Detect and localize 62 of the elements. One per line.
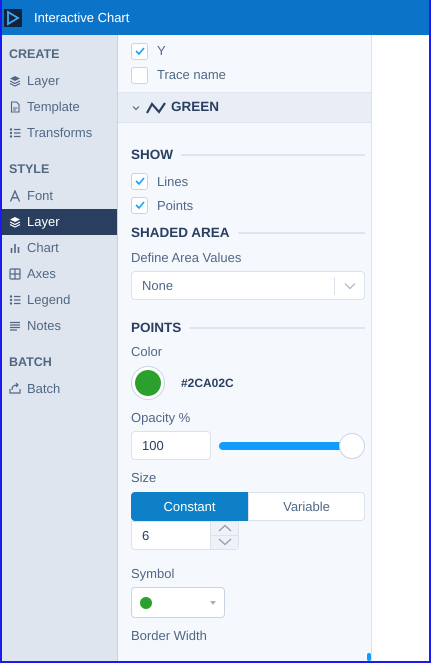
text-lines-icon xyxy=(9,320,21,332)
field-label: Color xyxy=(131,343,164,362)
layers-icon xyxy=(9,216,21,228)
caret-icon xyxy=(210,600,216,605)
checkbox-label: Trace name xyxy=(157,66,226,84)
number-spinner[interactable]: 6 xyxy=(131,520,239,550)
trace-name: GREEN xyxy=(171,98,220,116)
sidebar-item[interactable]: Chart xyxy=(2,234,117,260)
number-field[interactable]: 100 xyxy=(131,431,211,460)
app-logo-icon xyxy=(4,8,22,26)
sidebar-heading: CREATE xyxy=(8,46,60,63)
sidebar-item[interactable]: Legend xyxy=(2,286,117,312)
trace-header[interactable]: GREEN xyxy=(118,92,371,123)
sidebar-item[interactable]: Layer xyxy=(2,208,117,234)
scrollbar-thumb[interactable] xyxy=(367,653,371,661)
sidebar-heading: STYLE xyxy=(8,160,50,178)
field-label: Border Width xyxy=(131,627,208,646)
sidebar-item[interactable]: Notes xyxy=(2,312,117,338)
toggle-option[interactable]: Variable xyxy=(248,492,365,521)
checkbox[interactable] xyxy=(131,66,148,84)
color-value: #2CA02C xyxy=(181,374,234,392)
checkbox[interactable] xyxy=(131,196,148,214)
color-swatch[interactable] xyxy=(131,366,165,400)
document-icon xyxy=(9,100,21,113)
sidebar-heading: BATCH xyxy=(8,354,53,370)
checkbox-label: Lines xyxy=(157,172,188,190)
layers-icon xyxy=(9,74,21,87)
toggle-option[interactable]: Constant xyxy=(131,492,248,521)
window-title: Interactive Chart xyxy=(34,8,130,27)
field-label: Symbol xyxy=(131,564,176,583)
grid-icon xyxy=(9,268,21,280)
font-icon xyxy=(9,190,21,202)
list-icon xyxy=(9,294,21,306)
field-label: Define Area Values xyxy=(131,248,242,266)
section-title: POINTS xyxy=(131,319,182,337)
check-icon xyxy=(134,199,146,212)
checkbox[interactable] xyxy=(131,42,148,60)
checkbox[interactable] xyxy=(131,172,148,190)
sidebar-item[interactable]: Transforms xyxy=(2,120,117,146)
dropdown[interactable]: None xyxy=(131,271,365,300)
slider[interactable] xyxy=(219,432,365,459)
chevron-up-icon xyxy=(218,524,232,532)
batch-icon xyxy=(9,382,21,394)
sidebar-item[interactable]: Axes xyxy=(2,260,117,286)
bar-chart-icon xyxy=(9,242,21,254)
symbol-dropdown[interactable] xyxy=(131,587,225,618)
sidebar-item[interactable]: Layer xyxy=(2,68,117,94)
check-icon xyxy=(134,175,146,188)
section-title: SHOW xyxy=(131,146,173,164)
line-trace-icon xyxy=(146,100,166,114)
sidebar-item[interactable]: Batch xyxy=(2,375,117,402)
chevron-down-icon xyxy=(344,282,356,290)
check-icon xyxy=(134,45,146,57)
field-label: Size xyxy=(131,469,158,488)
chevron-down-icon xyxy=(218,538,232,546)
sidebar-item[interactable]: Template xyxy=(2,94,117,120)
list-icon xyxy=(9,126,21,139)
section-title: SHADED AREA xyxy=(131,224,230,242)
checkbox-label: Y xyxy=(157,42,166,60)
checkbox-label: Points xyxy=(157,196,194,214)
field-label: Opacity % xyxy=(131,408,192,427)
sidebar-item[interactable]: Font xyxy=(2,182,117,208)
